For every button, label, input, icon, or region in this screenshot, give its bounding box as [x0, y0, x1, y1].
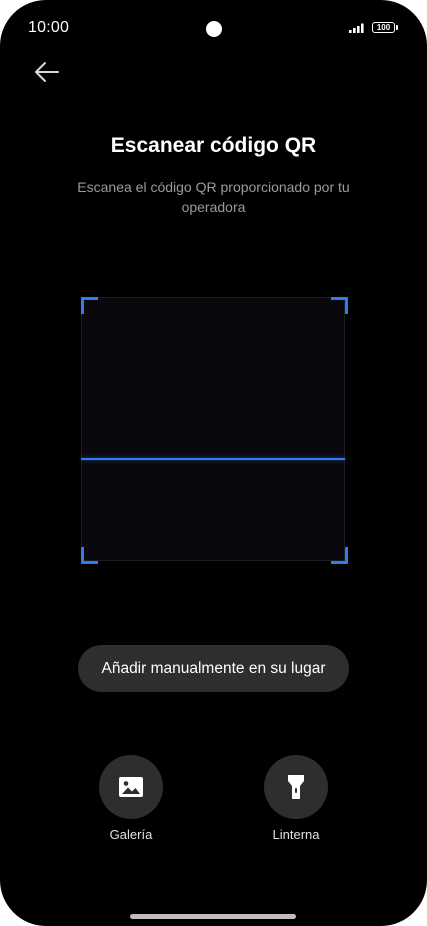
battery-icon: 100 — [372, 22, 395, 33]
flashlight-action: Linterna — [246, 755, 346, 842]
flashlight-label: Linterna — [272, 827, 320, 842]
flashlight-icon — [288, 775, 304, 799]
viewfinder-corner-top-right — [331, 297, 348, 314]
camera-dot — [206, 21, 222, 37]
back-button[interactable] — [30, 56, 66, 88]
viewfinder-corner-bottom-right — [331, 547, 348, 564]
qr-scan-viewfinder — [81, 297, 345, 561]
signal-icon — [349, 23, 364, 33]
gallery-label: Galería — [109, 827, 153, 842]
viewfinder-corner-top-left — [81, 297, 98, 314]
add-manually-button[interactable]: Añadir manualmente en su lugar — [78, 645, 349, 692]
home-indicator[interactable] — [130, 914, 296, 919]
status-bar: 10:00 100 — [0, 0, 427, 56]
phone-screen: 10:00 100 Escanear código QR Escanea el … — [0, 0, 427, 926]
scan-line — [81, 458, 345, 460]
page-title: Escanear código QR — [110, 134, 317, 157]
status-time: 10:00 — [28, 19, 70, 36]
page-subtitle: Escanea el código QR proporcionado por t… — [77, 179, 350, 215]
gallery-action: Galería — [81, 755, 181, 842]
viewfinder-corner-bottom-left — [81, 547, 98, 564]
flashlight-button[interactable] — [264, 755, 328, 819]
battery-tip — [396, 25, 398, 30]
image-icon — [119, 777, 143, 797]
arrow-left-icon — [35, 62, 59, 82]
gallery-button[interactable] — [99, 755, 163, 819]
